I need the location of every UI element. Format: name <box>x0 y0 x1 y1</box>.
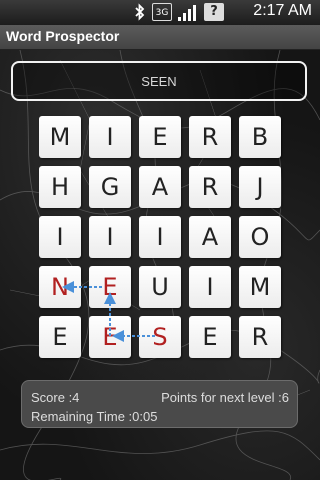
letter-tile[interactable]: M <box>39 116 81 158</box>
found-word-box: SEEN <box>11 61 307 101</box>
letter-tile[interactable]: R <box>189 116 231 158</box>
letter-tile[interactable]: O <box>239 216 281 258</box>
letter-tile[interactable]: A <box>189 216 231 258</box>
letter-tile[interactable]: N <box>39 266 81 308</box>
app-title: Word Prospector <box>6 28 120 44</box>
status-icons: 3G ? <box>134 3 224 21</box>
letter-tile[interactable]: R <box>239 316 281 358</box>
found-word-text: SEEN <box>141 74 177 89</box>
letter-tile[interactable]: B <box>239 116 281 158</box>
letter-tile[interactable]: J <box>239 166 281 208</box>
points-next-level-text: Points for next level :6 <box>161 390 289 405</box>
3g-icon: 3G <box>152 3 172 21</box>
letter-tile[interactable]: E <box>89 316 131 358</box>
letter-tile[interactable]: R <box>189 166 231 208</box>
signal-icon <box>178 3 198 21</box>
letter-tile[interactable]: H <box>39 166 81 208</box>
score-panel: Score :4 Points for next level :6 Remain… <box>21 380 298 428</box>
status-clock: 2:17 AM <box>253 2 312 19</box>
letter-tile[interactable]: A <box>139 166 181 208</box>
battery-alert-icon: ? <box>204 3 224 21</box>
letter-tile[interactable]: E <box>89 266 131 308</box>
letter-tile[interactable]: E <box>189 316 231 358</box>
bluetooth-icon <box>134 3 146 21</box>
app-title-bar: Word Prospector <box>0 25 320 50</box>
remaining-time-text: Remaining Time :0:05 <box>31 409 158 424</box>
letter-tile[interactable]: E <box>139 116 181 158</box>
letter-tile[interactable]: S <box>139 316 181 358</box>
letter-tile[interactable]: U <box>139 266 181 308</box>
letter-tile[interactable]: M <box>239 266 281 308</box>
letter-tile[interactable]: I <box>139 216 181 258</box>
letter-tile[interactable]: E <box>39 316 81 358</box>
letter-tile[interactable]: I <box>189 266 231 308</box>
letter-tile[interactable]: I <box>89 116 131 158</box>
score-text: Score :4 <box>31 390 80 405</box>
letter-tile[interactable]: I <box>89 216 131 258</box>
letter-tile[interactable]: I <box>39 216 81 258</box>
status-bar: 3G ? 2:17 AM <box>0 0 320 25</box>
letter-tile[interactable]: G <box>89 166 131 208</box>
